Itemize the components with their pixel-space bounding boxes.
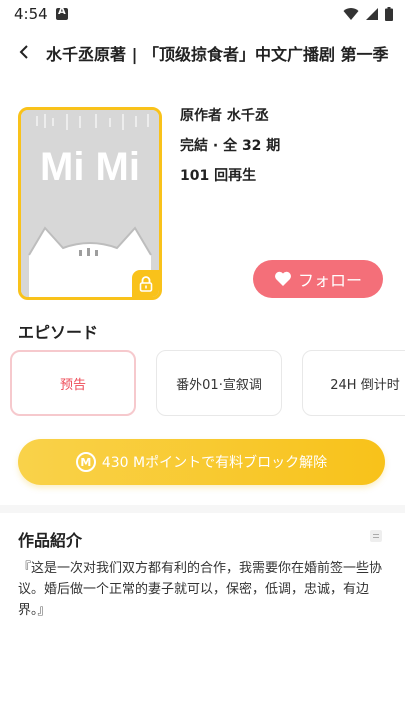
chevron-left-icon (19, 45, 28, 59)
episodes-section-title: エピソード (18, 323, 99, 342)
signal-icon (366, 8, 378, 20)
episode-count-text: 完結 · 全 32 期 (180, 138, 281, 154)
play-count-text: 101 回再生 (180, 168, 257, 184)
episode-card-extra-01[interactable]: 番外01·宣叙调 (156, 350, 282, 416)
page-title: 水千丞原著 | 「顶级掠食者」中文广播剧 第一季 (46, 45, 389, 64)
heart-icon (275, 271, 291, 286)
header: 水千丞原著 | 「顶级掠食者」中文广播剧 第一季 (0, 30, 405, 74)
work-info: 原作者 水千丞 完結 · 全 32 期 101 回再生 (180, 106, 280, 196)
cover-image: Mi Mi (18, 107, 162, 300)
episode-label: 番外01·宣叙调 (176, 377, 262, 393)
expand-icon[interactable] (370, 530, 382, 542)
section-divider (0, 505, 405, 513)
follow-button[interactable]: フォロー (253, 260, 383, 298)
lock-icon (139, 276, 153, 292)
follow-button-label: フォロー (297, 271, 362, 290)
status-bar: 4:54 (0, 0, 405, 30)
episode-label: 24H 倒计时 (330, 377, 400, 393)
coin-icon: M (75, 452, 96, 472)
notification-icon (56, 6, 68, 20)
episode-card-trailer[interactable]: 预告 (10, 350, 136, 416)
author-text: 原作者 水千丞 (180, 108, 269, 124)
status-icons (343, 7, 393, 21)
cover-art: Mi Mi (21, 110, 159, 297)
cover-logo-text: Mi Mi (40, 145, 140, 189)
battery-icon (385, 7, 393, 21)
unlock-button[interactable]: M 430 Mポイントで有料ブロック解除 (18, 439, 385, 485)
episode-card-24h[interactable]: 24H 倒计时 (302, 350, 405, 416)
lock-badge (132, 270, 159, 297)
back-button[interactable] (10, 38, 38, 66)
episode-list: 预告 番外01·宣叙调 24H 倒计时 (10, 350, 405, 418)
intro-text: 『这是一次对我们双方都有利的合作，我需要你在婚前签一些协议。婚后做一个正常的妻子… (18, 561, 383, 618)
episode-label: 预告 (59, 377, 86, 393)
wifi-icon (343, 8, 359, 20)
status-time: 4:54 (14, 5, 48, 23)
unlock-button-label: 430 Mポイントで有料ブロック解除 (101, 455, 328, 471)
intro-title: 作品紹介 (18, 531, 83, 550)
